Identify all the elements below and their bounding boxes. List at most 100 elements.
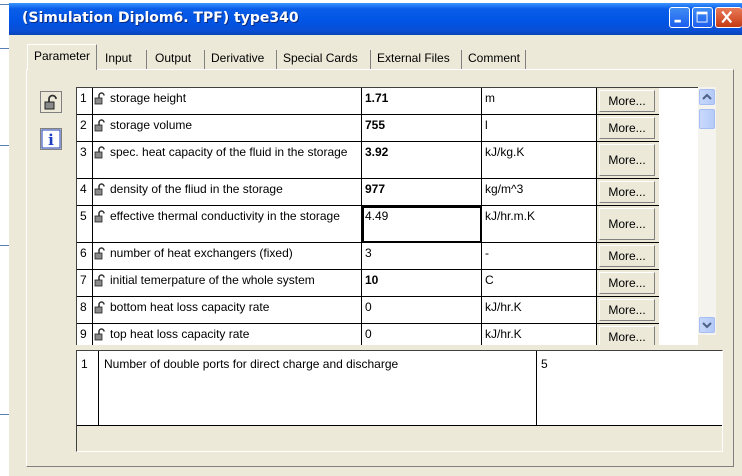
- parameter-row: 8 bottom heat loss capacity rate 0 kJ/hr.K M…: [77, 297, 698, 324]
- row-lock-toggle[interactable]: [93, 179, 107, 206]
- padlock-icon: [93, 182, 107, 199]
- row-lock-toggle[interactable]: [93, 324, 107, 345]
- row-number: 9: [77, 324, 93, 345]
- lock-toggle-button[interactable]: [40, 91, 62, 113]
- parameter-unit-input[interactable]: l: [482, 115, 597, 142]
- more-cell: More...: [597, 88, 659, 115]
- row-lock-toggle[interactable]: [93, 270, 107, 297]
- parameter-unit-input[interactable]: kJ/hr.K: [482, 324, 597, 345]
- maximize-icon: [696, 11, 708, 23]
- padlock-icon: [93, 91, 107, 108]
- tab-output[interactable]: Output: [150, 47, 196, 69]
- minimize-button[interactable]: [669, 7, 690, 28]
- parameter-unit-input[interactable]: kg/m^3: [482, 179, 597, 206]
- description-panel: 1 Number of double ports for direct char…: [76, 350, 723, 452]
- tab-comment[interactable]: Comment: [463, 47, 525, 69]
- chevron-up-icon: [702, 93, 712, 100]
- parameter-value-input[interactable]: 4.49: [362, 206, 482, 243]
- close-icon: [721, 10, 733, 24]
- parameter-name: bottom heat loss capacity rate: [107, 297, 362, 324]
- row-number: 6: [77, 243, 93, 270]
- padlock-icon: [93, 118, 107, 135]
- tab-parameter[interactable]: Parameter: [27, 44, 97, 70]
- parameter-value-input[interactable]: 1.71: [362, 88, 482, 115]
- row-lock-toggle[interactable]: [93, 297, 107, 324]
- parameter-value-input[interactable]: 10: [362, 270, 482, 297]
- row-number: 8: [77, 297, 93, 324]
- scroll-thumb[interactable]: [699, 109, 715, 129]
- tab-divider: [461, 50, 462, 69]
- padlock-icon: [93, 273, 107, 290]
- parameter-value-input[interactable]: 0: [362, 324, 482, 345]
- parameter-value-input[interactable]: 0: [362, 297, 482, 324]
- grid-filler: [659, 115, 698, 142]
- parameter-unit-input[interactable]: kJ/hr.K: [482, 297, 597, 324]
- scroll-down-button[interactable]: [699, 317, 715, 333]
- row-lock-toggle[interactable]: [93, 115, 107, 142]
- parameter-unit-input[interactable]: C: [482, 270, 597, 297]
- scroll-up-button[interactable]: [699, 89, 715, 105]
- parameter-name: spec. heat capacity of the fluid in the …: [107, 142, 362, 179]
- maximize-button[interactable]: [692, 7, 713, 28]
- grid-filler: [659, 243, 698, 270]
- more-button[interactable]: More...: [599, 90, 655, 112]
- more-button[interactable]: More...: [599, 326, 655, 345]
- parameter-name: storage volume: [107, 115, 362, 142]
- more-button[interactable]: More...: [599, 272, 655, 294]
- info-button[interactable]: i: [40, 128, 62, 150]
- grid-filler: [659, 324, 698, 345]
- description-value[interactable]: 5: [537, 351, 722, 426]
- parameter-name: top heat loss capacity rate: [107, 324, 362, 345]
- edge-marker: [0, 245, 9, 246]
- parameter-name: initial temerpature of the whole system: [107, 270, 362, 297]
- parameter-value-input[interactable]: 3: [362, 243, 482, 270]
- parameter-name: storage height: [107, 88, 362, 115]
- row-lock-toggle[interactable]: [93, 142, 107, 179]
- parameter-unit-input[interactable]: m: [482, 88, 597, 115]
- parameter-value-input[interactable]: 977: [362, 179, 482, 206]
- edge-marker: [0, 145, 9, 146]
- more-cell: More...: [597, 243, 659, 270]
- more-button[interactable]: More...: [599, 299, 655, 321]
- parameter-unit-input[interactable]: -: [482, 243, 597, 270]
- parameter-row: 6 number of heat exchangers (fixed) 3- More…: [77, 243, 698, 270]
- row-lock-toggle[interactable]: [93, 206, 107, 243]
- more-button[interactable]: More...: [599, 208, 655, 240]
- parameter-name: effective thermal conductivity in the st…: [107, 206, 362, 243]
- close-button[interactable]: [715, 7, 742, 28]
- row-number: 5: [77, 206, 93, 243]
- more-cell: More...: [597, 297, 659, 324]
- edge-marker: [0, 48, 9, 49]
- more-cell: More...: [597, 142, 659, 179]
- more-button[interactable]: More...: [599, 245, 655, 267]
- parameter-row: 2 storage volume 755 l More...: [77, 115, 698, 142]
- minimize-icon: [674, 19, 681, 23]
- tab-derivative[interactable]: Derivative: [206, 47, 269, 69]
- row-lock-toggle[interactable]: [93, 88, 107, 115]
- padlock-icon: [93, 145, 107, 162]
- padlock-icon: [93, 209, 107, 226]
- tab-divider: [204, 50, 205, 69]
- row-number: 2: [77, 115, 93, 142]
- padlock-icon: [44, 94, 57, 110]
- edge-marker: [0, 4, 9, 5]
- row-lock-toggle[interactable]: [93, 243, 107, 270]
- parameter-value-input[interactable]: 755: [362, 115, 482, 142]
- more-cell: More...: [597, 324, 659, 345]
- grid-vertical-scrollbar[interactable]: [698, 87, 716, 335]
- svg-text:i: i: [48, 131, 54, 149]
- parameter-unit-input[interactable]: kJ/kg.K: [482, 142, 597, 179]
- grid-filler: [659, 88, 698, 115]
- parameter-grid: 1 storage height 1.71 m More... 2 storage volu…: [76, 87, 698, 345]
- more-button[interactable]: More...: [599, 117, 655, 139]
- tab-input[interactable]: Input: [100, 47, 137, 69]
- parameter-value-input[interactable]: 3.92: [362, 142, 482, 179]
- tab-divider: [146, 50, 147, 69]
- tab-external-files[interactable]: External Files: [372, 47, 455, 69]
- padlock-icon: [93, 327, 107, 344]
- more-button[interactable]: More...: [599, 181, 655, 203]
- more-button[interactable]: More...: [599, 144, 655, 176]
- tab-special-cards[interactable]: Special Cards: [278, 47, 363, 69]
- parameter-unit-input[interactable]: kJ/hr.m.K: [482, 206, 597, 243]
- row-number: 7: [77, 270, 93, 297]
